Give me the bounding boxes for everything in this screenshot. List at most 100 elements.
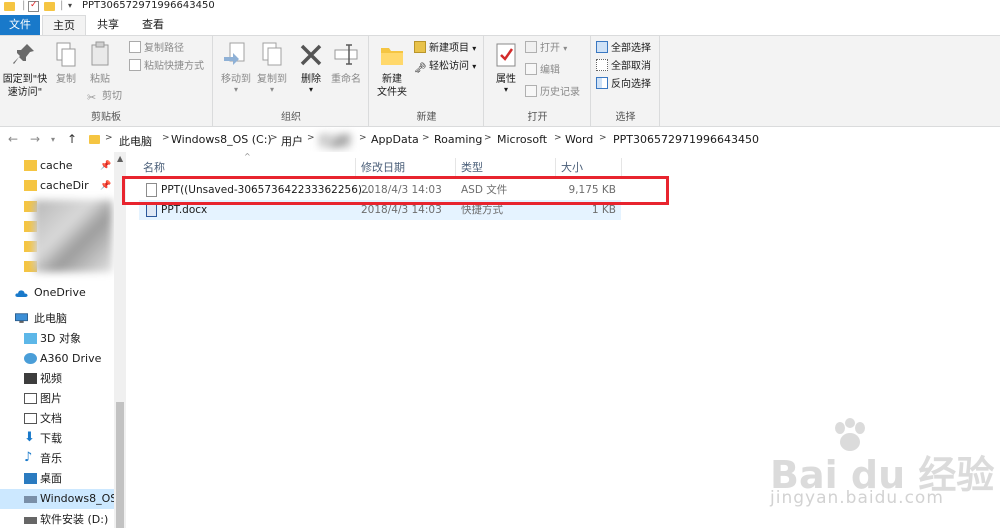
select-none-button[interactable]: 全部取消 — [596, 59, 651, 75]
nav-item-label: 桌面 — [40, 472, 62, 485]
nav-item-a360-drive[interactable]: A360 Drive — [0, 349, 114, 369]
chevron-right-icon[interactable]: > — [307, 133, 315, 143]
breadcrumb-word[interactable]: Word — [565, 133, 593, 146]
nav-item-windows8-os[interactable]: Windows8_OS — [0, 489, 117, 509]
invert-selection-icon — [596, 77, 608, 89]
paste-shortcut-label: 粘贴快捷方式 — [144, 61, 204, 72]
copy-button[interactable]: 复制 — [52, 40, 80, 86]
easy-access-icon: 🗝 — [414, 63, 427, 74]
column-divider[interactable] — [355, 158, 356, 178]
copy-path-button[interactable]: 复制路径 — [129, 41, 184, 57]
move-to-button[interactable]: 移动到 ▾ — [218, 40, 254, 94]
breadcrumb-roaming[interactable]: Roaming — [434, 133, 482, 146]
delete-dropdown-icon: ▾ — [308, 85, 313, 94]
baidu-watermark: Bai du 经验 jingyan.baidu.com — [770, 418, 995, 518]
breadcrumb-this-pc[interactable]: 此电脑 — [119, 133, 152, 149]
properties-button[interactable]: 属性 ▾ — [489, 40, 523, 94]
nav-item-onedrive[interactable]: OneDrive — [0, 283, 114, 303]
easy-access-button[interactable]: 🗝 轻松访问 ▾ — [414, 59, 476, 75]
video-icon — [24, 373, 37, 384]
clipboard-group-label: 剪贴板 — [91, 112, 121, 123]
folder-icon — [24, 160, 37, 171]
breadcrumb-appdata[interactable]: AppData — [371, 133, 419, 146]
tab-share[interactable]: 共享 — [88, 15, 128, 35]
window-title: PPT306572971996643450 — [82, 0, 215, 11]
new-folder-button[interactable]: 新建 文件夹 — [372, 40, 412, 99]
pin-quick-access-button[interactable]: 固定到"快 速访问" — [2, 40, 48, 99]
nav-item-desktop[interactable]: 桌面 — [0, 469, 114, 489]
chevron-right-icon[interactable]: > — [554, 133, 562, 143]
pin-icon[interactable]: 📌 — [100, 176, 111, 196]
column-header-name[interactable]: 名称 — [143, 159, 165, 177]
scroll-up-icon[interactable]: ▲ — [117, 154, 123, 163]
chevron-right-icon[interactable]: > — [484, 133, 492, 143]
copy-to-button[interactable]: 复制到 ▾ — [255, 40, 289, 94]
edit-button[interactable]: 编辑 — [525, 63, 560, 79]
invert-selection-button[interactable]: 反向选择 — [596, 77, 651, 93]
rename-button[interactable]: 重命名 — [328, 40, 364, 86]
history-button[interactable]: 历史记录 — [525, 85, 580, 101]
nav-item-videos[interactable]: 视频 — [0, 369, 114, 389]
chevron-right-icon[interactable]: > — [422, 133, 430, 143]
new-item-icon — [414, 41, 426, 53]
nav-item-pictures[interactable]: 图片 — [0, 389, 114, 409]
organize-group-label: 组织 — [281, 112, 301, 123]
a360-drive-icon — [24, 353, 37, 364]
properties-qa-icon[interactable]: ✓ — [28, 0, 39, 12]
up-arrow-icon[interactable]: ↑ — [67, 132, 77, 146]
new-folder-label-1: 新建 — [382, 74, 402, 85]
chevron-right-icon[interactable]: > — [162, 133, 170, 143]
move-to-dropdown-icon: ▾ — [233, 85, 238, 94]
paste-shortcut-button[interactable]: 粘贴快捷方式 — [129, 59, 204, 75]
delete-button[interactable]: 删除 ▾ — [296, 40, 326, 94]
cut-button[interactable]: ✂ 剪切 — [87, 89, 122, 105]
nav-item-3d-objects[interactable]: 3D 对象 — [0, 329, 114, 349]
scroll-thumb[interactable] — [116, 402, 124, 528]
back-arrow-icon[interactable]: ← — [8, 132, 18, 146]
tab-home[interactable]: 主页 — [42, 15, 86, 35]
nav-item-documents[interactable]: 文档 — [0, 409, 114, 429]
chevron-right-icon[interactable]: > — [599, 133, 607, 143]
forward-arrow-icon[interactable]: → — [30, 132, 40, 146]
nav-item-cache[interactable]: cache 📌 — [0, 156, 114, 176]
ribbon-tabs: 文件 主页 共享 查看 — [0, 15, 1000, 35]
nav-scrollbar[interactable]: ▲ — [114, 152, 126, 528]
breadcrumb-microsoft[interactable]: Microsoft — [497, 133, 547, 146]
invert-selection-label: 反向选择 — [611, 79, 651, 90]
nav-item-downloads[interactable]: ⬇ 下载 — [0, 429, 114, 449]
open-button[interactable]: 打开 ▾ — [525, 41, 567, 57]
nav-item-drive-d[interactable]: 软件安装 (D:) — [0, 510, 114, 528]
folder-icon — [4, 1, 15, 13]
nav-item-cachedir[interactable]: cacheDir 📌 — [0, 176, 114, 196]
column-divider[interactable] — [455, 158, 456, 178]
open-label: 打开 — [540, 43, 560, 54]
column-header-type[interactable]: 类型 — [461, 159, 483, 177]
chevron-right-icon[interactable]: > — [270, 133, 278, 143]
customize-qa-icon[interactable]: ▾ — [68, 1, 72, 13]
nav-item-this-pc[interactable]: 此电脑 — [0, 309, 114, 329]
redacted-quick-access-items — [34, 200, 112, 272]
recent-locations-icon[interactable]: ▾ — [51, 135, 55, 144]
tab-view[interactable]: 查看 — [133, 15, 173, 35]
chevron-right-icon[interactable]: > — [359, 133, 367, 143]
column-divider[interactable] — [621, 158, 622, 178]
breadcrumb-users[interactable]: 用户 — [281, 133, 303, 149]
column-header-size[interactable]: 大小 — [561, 159, 583, 177]
new-folder-qa-icon[interactable] — [44, 1, 55, 13]
new-item-button[interactable]: 新建项目 ▾ — [414, 41, 476, 57]
breadcrumb-current-folder[interactable]: PPT306572971996643450 — [613, 133, 759, 146]
column-header-date[interactable]: 修改日期 — [361, 159, 405, 177]
highlight-box — [122, 176, 669, 205]
nav-item-music[interactable]: ♪ 音乐 — [0, 449, 114, 469]
pin-icon[interactable]: 📌 — [100, 156, 111, 176]
chevron-right-icon[interactable]: > — [105, 133, 113, 143]
nav-item-label: cache — [40, 159, 73, 172]
breadcrumb-drive[interactable]: Windows8_OS (C:) — [171, 133, 272, 146]
open-group-label: 打开 — [527, 112, 548, 123]
tab-file[interactable]: 文件 — [0, 15, 40, 35]
breadcrumb[interactable]: > 此电脑 > Windows8_OS (C:) > 用户 > > AppDat… — [86, 130, 1000, 150]
select-all-button[interactable]: 全部选择 — [596, 41, 651, 57]
column-divider[interactable] — [555, 158, 556, 178]
nav-item-label: 3D 对象 — [40, 332, 81, 345]
paste-button[interactable]: 粘贴 — [85, 40, 115, 86]
